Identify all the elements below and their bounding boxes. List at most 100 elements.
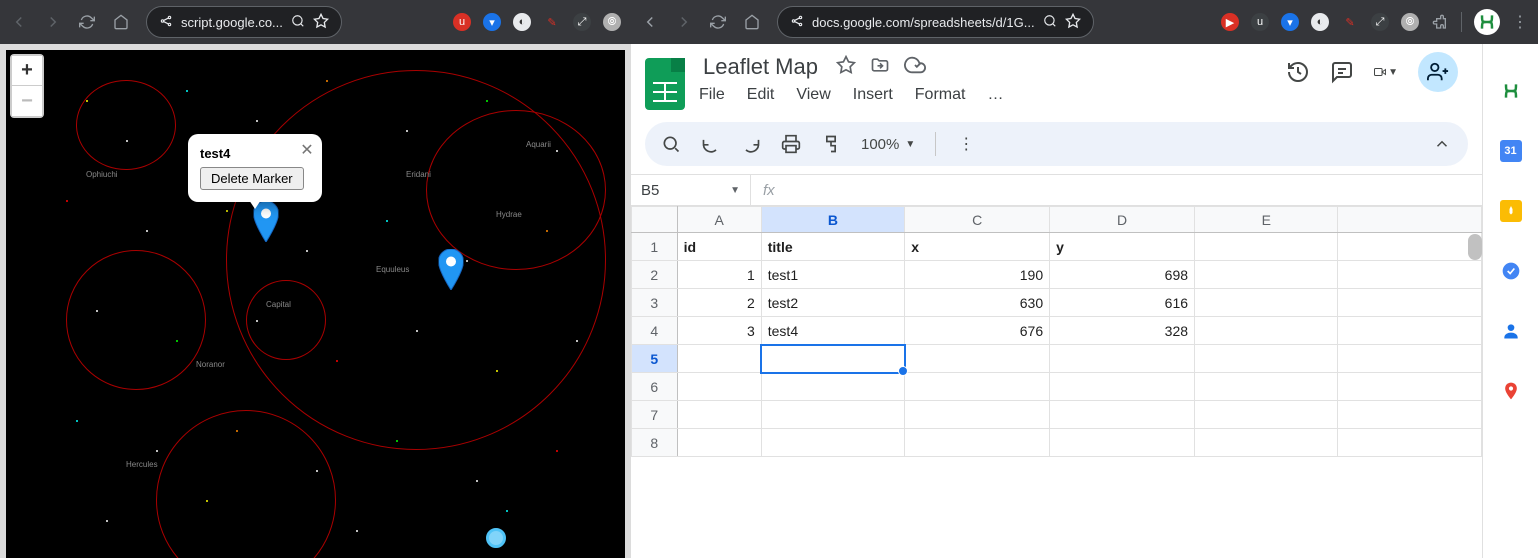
sidebar-app-icon[interactable]	[1500, 80, 1522, 102]
col-header-d[interactable]: D	[1050, 207, 1195, 233]
cell[interactable]	[1195, 233, 1338, 261]
zoom-level[interactable]: 100% ▼	[861, 136, 915, 153]
cell[interactable]	[1338, 261, 1482, 289]
document-title[interactable]: Leaflet Map	[699, 52, 822, 82]
share-button[interactable]	[1418, 52, 1458, 92]
reload-button[interactable]	[709, 13, 727, 31]
cloud-icon[interactable]	[904, 54, 926, 81]
cell[interactable]	[1338, 289, 1482, 317]
cell[interactable]	[905, 373, 1050, 401]
site-settings-icon[interactable]	[790, 14, 804, 31]
cell[interactable]: 328	[1050, 317, 1195, 345]
fx-icon[interactable]: fx	[751, 175, 787, 205]
col-header-e[interactable]: E	[1195, 207, 1338, 233]
cell[interactable]: y	[1050, 233, 1195, 261]
contacts-icon[interactable]	[1500, 320, 1522, 342]
zoom-out-button[interactable]: −	[12, 86, 42, 116]
star-icon[interactable]	[836, 55, 856, 80]
meet-icon[interactable]: ▼	[1374, 60, 1398, 84]
menu-insert[interactable]: Insert	[853, 86, 893, 104]
sheets-logo-icon[interactable]	[645, 58, 685, 110]
cell[interactable]: id	[677, 233, 761, 261]
forward-button[interactable]	[44, 13, 62, 31]
row-header[interactable]: 5	[632, 345, 678, 373]
cell[interactable]	[1195, 373, 1338, 401]
home-button[interactable]	[743, 13, 761, 31]
ext-icon-2[interactable]: ▾	[483, 13, 501, 31]
popup-close-button[interactable]: ✕	[300, 140, 313, 160]
ext-icon[interactable]: ⦾	[1401, 13, 1419, 31]
cell[interactable]	[1338, 373, 1482, 401]
cell[interactable]	[1050, 401, 1195, 429]
cell[interactable]	[1050, 345, 1195, 373]
cell[interactable]: 3	[677, 317, 761, 345]
profile-avatar[interactable]	[1474, 9, 1500, 35]
cell[interactable]: 676	[905, 317, 1050, 345]
ext-icon[interactable]: ▶	[1221, 13, 1239, 31]
row-header[interactable]: 4	[632, 317, 678, 345]
cell[interactable]: 2	[677, 289, 761, 317]
map-marker[interactable]	[439, 249, 464, 290]
back-button[interactable]	[10, 13, 28, 31]
zoom-in-button[interactable]: +	[12, 56, 42, 86]
zoom-icon[interactable]	[291, 14, 305, 31]
col-header-c[interactable]: C	[905, 207, 1050, 233]
scrollbar-thumb[interactable]	[1468, 234, 1482, 260]
cell[interactable]	[761, 429, 904, 457]
row-header[interactable]: 3	[632, 289, 678, 317]
cell[interactable]	[761, 373, 904, 401]
menu-format[interactable]: Format	[915, 86, 966, 104]
more-tools-icon[interactable]: ⋮	[956, 134, 976, 154]
browser-menu-icon[interactable]: ⋮	[1512, 12, 1528, 32]
cell[interactable]	[1195, 345, 1338, 373]
selected-cell[interactable]	[761, 345, 904, 373]
extensions-icon[interactable]	[1431, 13, 1449, 31]
ext-icon-5[interactable]: ⤢	[573, 13, 591, 31]
star-icon[interactable]	[1065, 13, 1081, 32]
ext-icon[interactable]: ⤢	[1371, 13, 1389, 31]
menu-view[interactable]: View	[796, 86, 830, 104]
delete-marker-button[interactable]: Delete Marker	[200, 167, 304, 190]
row-header[interactable]: 1	[632, 233, 678, 261]
ext-icon[interactable]: ▾	[1281, 13, 1299, 31]
cell[interactable]	[1338, 345, 1482, 373]
redo-icon[interactable]	[741, 134, 761, 154]
maps-icon[interactable]	[1500, 380, 1522, 402]
url-bar-left[interactable]: script.google.co...	[146, 6, 342, 38]
cell[interactable]	[1338, 401, 1482, 429]
cell[interactable]: 630	[905, 289, 1050, 317]
cell[interactable]: 190	[905, 261, 1050, 289]
site-settings-icon[interactable]	[159, 14, 173, 31]
cell[interactable]	[1338, 233, 1482, 261]
cell[interactable]	[677, 401, 761, 429]
map[interactable]: OphiuchiCapitalEquuleusHydraeNoranorHerc…	[6, 50, 625, 558]
home-button[interactable]	[112, 13, 130, 31]
forward-button[interactable]	[675, 13, 693, 31]
tasks-icon[interactable]	[1500, 260, 1522, 282]
cell[interactable]	[905, 429, 1050, 457]
cell[interactable]	[1195, 429, 1338, 457]
row-header[interactable]: 2	[632, 261, 678, 289]
history-icon[interactable]	[1286, 60, 1310, 84]
col-header-f[interactable]	[1338, 207, 1482, 233]
cell-reference[interactable]: B5▼	[631, 175, 751, 205]
row-header[interactable]: 7	[632, 401, 678, 429]
paint-format-icon[interactable]	[821, 134, 841, 154]
cell[interactable]: 698	[1050, 261, 1195, 289]
keep-icon[interactable]	[1500, 200, 1522, 222]
zoom-icon[interactable]	[1043, 14, 1057, 31]
cell[interactable]	[1338, 429, 1482, 457]
menu-file[interactable]: File	[699, 86, 725, 104]
ext-icon[interactable]: ◐	[1311, 13, 1329, 31]
cell[interactable]	[1050, 429, 1195, 457]
back-button[interactable]	[641, 13, 659, 31]
row-header[interactable]: 6	[632, 373, 678, 401]
comment-icon[interactable]	[1330, 60, 1354, 84]
calendar-icon[interactable]: 31	[1500, 140, 1522, 162]
cell[interactable]	[761, 401, 904, 429]
cell[interactable]	[677, 429, 761, 457]
cell[interactable]	[1195, 317, 1338, 345]
cell[interactable]	[1338, 317, 1482, 345]
ext-icon-4[interactable]: ✎	[543, 13, 561, 31]
collapse-toolbar-icon[interactable]	[1432, 134, 1452, 154]
